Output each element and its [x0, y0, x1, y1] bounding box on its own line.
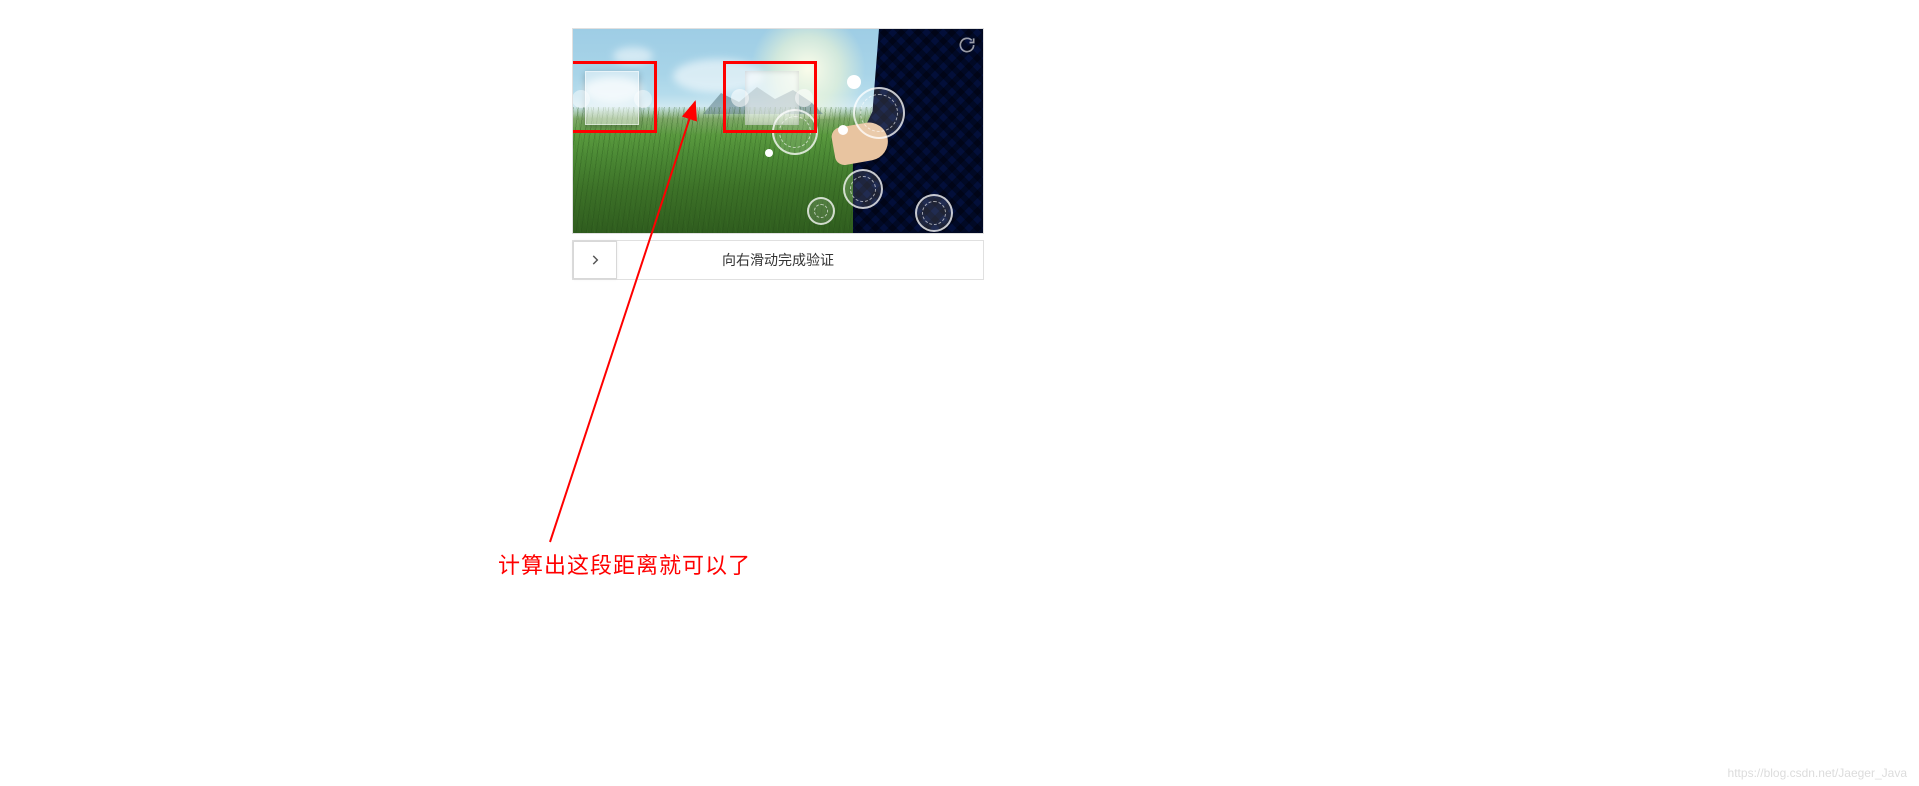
captcha-background-image [573, 29, 983, 233]
hud-dot-icon [847, 75, 861, 89]
watermark-text: https://blog.csdn.net/Jaeger_Java [1728, 766, 1907, 780]
hud-dot-icon [838, 125, 848, 135]
captcha-widget: 向右滑动完成验证 [572, 28, 984, 280]
hud-circle-icon [843, 169, 883, 209]
captcha-slider-instruction: 向右滑动完成验证 [722, 250, 834, 270]
captcha-image-area [572, 28, 984, 234]
captcha-slider-handle[interactable] [573, 241, 617, 279]
refresh-icon [957, 35, 977, 55]
hud-circle-icon [853, 87, 905, 139]
hud-circle-icon [807, 197, 835, 225]
chevron-right-icon [588, 253, 602, 267]
refresh-captcha-button[interactable] [957, 35, 977, 55]
captcha-slider-track[interactable]: 向右滑动完成验证 [572, 240, 984, 280]
hud-dot-icon [765, 149, 773, 157]
cloud [613, 47, 653, 65]
annotation-explain-text: 计算出这段距离就可以了 [498, 548, 751, 580]
captcha-puzzle-target-slot [745, 71, 799, 125]
hud-circle-icon [915, 194, 953, 232]
captcha-puzzle-slider-piece[interactable] [585, 71, 639, 125]
